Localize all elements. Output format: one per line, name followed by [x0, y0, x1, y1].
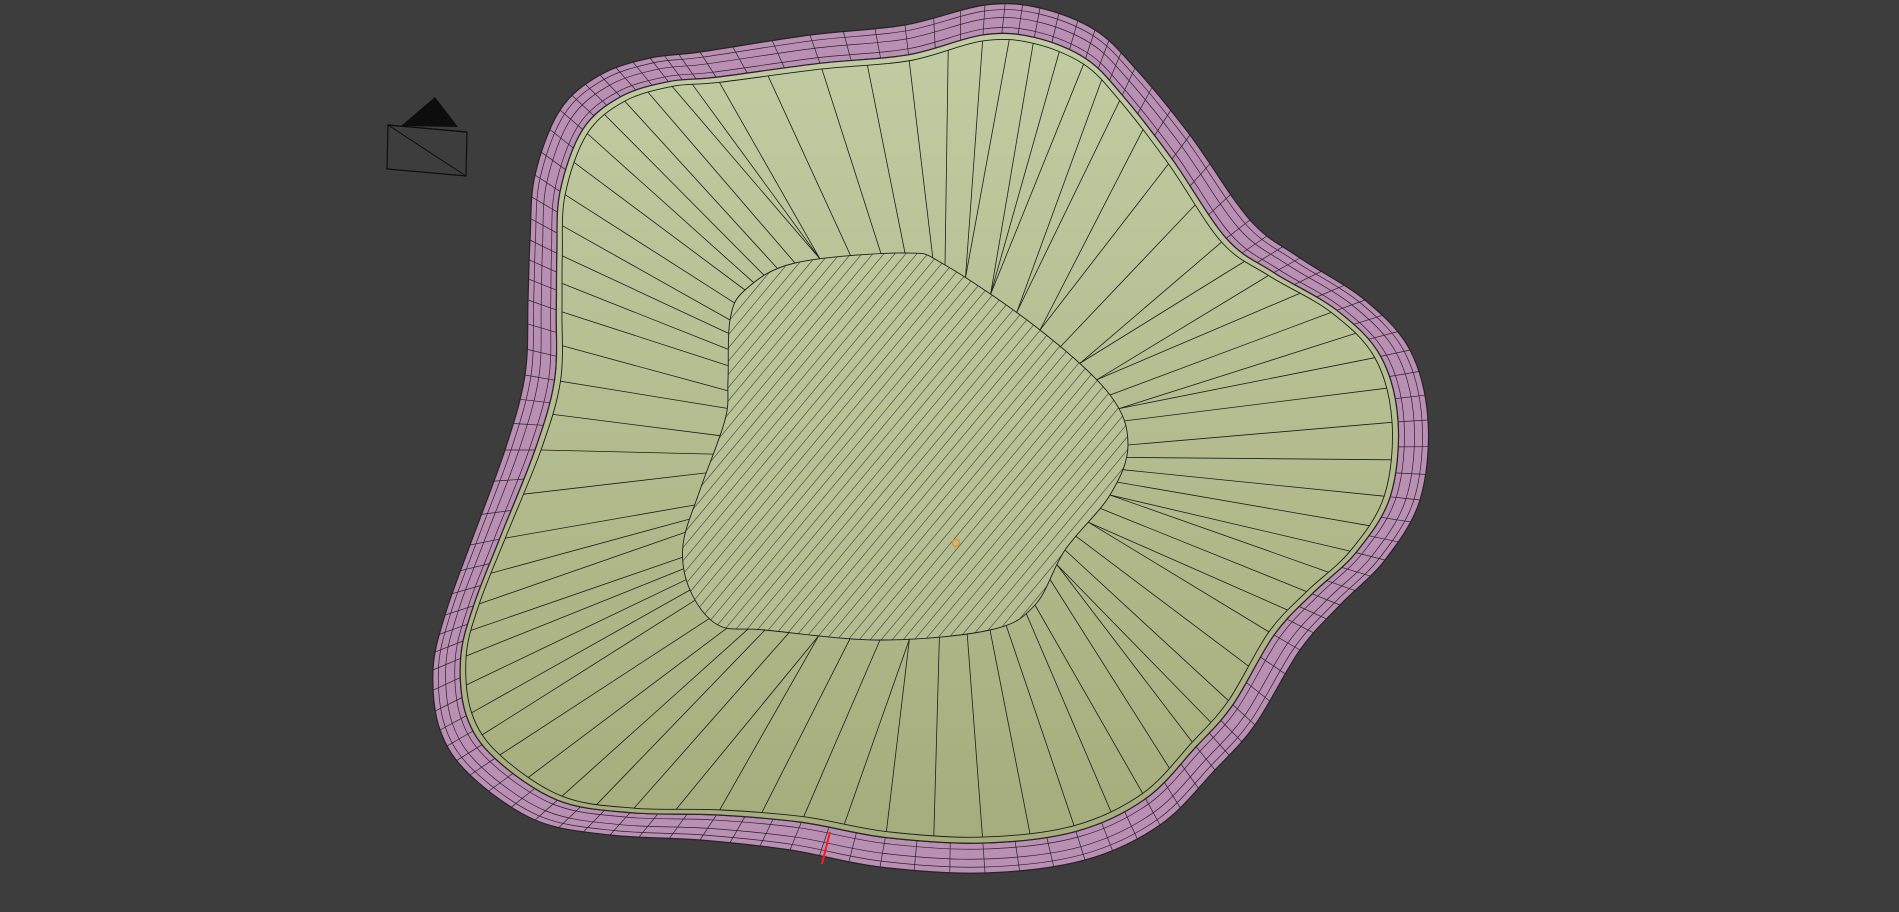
camera-object-icon[interactable] [386, 97, 468, 177]
3d-viewport[interactable] [0, 0, 1899, 912]
mesh-object[interactable] [160, 3, 1440, 874]
scene-canvas[interactable] [0, 0, 1899, 912]
camera-diagonal [387, 124, 467, 177]
camera-up-triangle [401, 97, 458, 127]
